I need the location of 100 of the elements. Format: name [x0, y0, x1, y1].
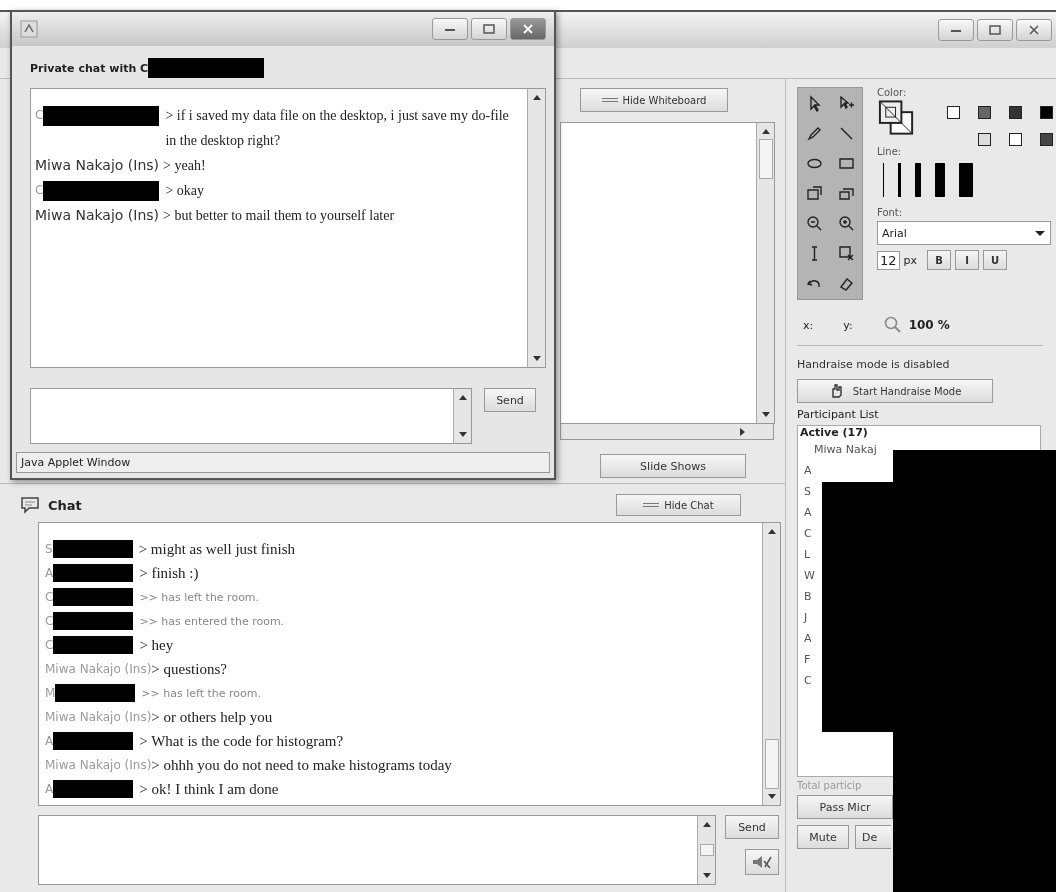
sender-name: C [35, 182, 44, 199]
chat-title: Chat [48, 497, 82, 513]
color-swatch[interactable] [947, 106, 960, 119]
scroll-thumb[interactable] [764, 739, 779, 789]
sender-name: C [35, 107, 44, 124]
participant-name[interactable]: Miwa Nakaj [800, 439, 877, 460]
message-text: > okay [165, 182, 204, 200]
close-icon[interactable] [521, 24, 535, 34]
add-pointer-icon[interactable] [837, 94, 855, 112]
sender-name: C [45, 614, 54, 628]
maximize-button[interactable] [977, 19, 1013, 41]
sender-name: Miwa Nakajo (Ins) [45, 710, 152, 724]
message-text: > yeah! [163, 157, 206, 175]
zoom-level: 100 % [908, 318, 950, 332]
message-text: >> has left the room. [141, 686, 262, 700]
x-coordinate-label: x: [803, 318, 814, 332]
participant-total: Total particip [797, 780, 862, 791]
double-line-icon [601, 97, 618, 103]
participant-name[interactable]: A [800, 502, 812, 523]
sender-name: A [45, 566, 54, 580]
message-text: > ohhh you do not need to make histograms today [151, 756, 452, 774]
sender-name: S [45, 542, 53, 556]
maximize-icon[interactable] [482, 24, 496, 34]
minimize-button[interactable] [938, 19, 974, 41]
start-handraise-button[interactable]: Start Handraise Mode [797, 379, 993, 403]
message-text: >> has left the room. [139, 590, 260, 604]
sender-name: Miwa Nakajo (Ins) [45, 758, 152, 772]
scroll-thumb[interactable] [758, 139, 773, 179]
font-dropdown[interactable]: Arial [877, 221, 1051, 245]
horizontal-scrollbar[interactable] [560, 424, 774, 440]
sender-name: Miwa Nakajo (Ins) [35, 156, 160, 175]
zoom-icon[interactable] [882, 315, 903, 335]
scrollbar[interactable] [762, 523, 780, 805]
color-swatch[interactable] [1009, 106, 1022, 119]
sender-name: Miwa Nakajo (Ins) [35, 206, 160, 225]
close-icon[interactable] [1027, 25, 1041, 35]
text-style-button[interactable]: I [955, 250, 980, 270]
color-label: Color: [877, 87, 908, 98]
participant-list-label: Participant List [797, 408, 879, 421]
image-icon[interactable] [805, 184, 823, 202]
send-button[interactable]: Send [484, 388, 536, 412]
message-text: > What is the code for histogram? [139, 732, 344, 750]
participant-name[interactable]: C [800, 670, 812, 691]
participant-name[interactable]: A [800, 460, 812, 481]
font-size-field[interactable]: 12 [877, 250, 900, 270]
hide-chat-button[interactable]: Hide Chat [616, 494, 741, 516]
sender-name: A [45, 734, 54, 748]
status-bar: Java Applet Window [16, 452, 550, 473]
mute-button[interactable]: Mute [797, 825, 849, 849]
maximize-button[interactable] [471, 18, 507, 40]
message-text: > might as well just finish [138, 540, 295, 558]
text-style-button[interactable]: B [927, 250, 952, 270]
delete-selection-icon[interactable] [837, 244, 855, 262]
send-button[interactable]: Send [725, 815, 779, 839]
message-text: > ok! I think I am done [139, 780, 279, 798]
line-label: Line: [877, 146, 903, 157]
color-swatch[interactable] [978, 106, 991, 119]
participant-action-button[interactable]: De [855, 825, 891, 849]
message-text: > finish :) [139, 564, 199, 582]
participant-name[interactable]: W [800, 565, 815, 586]
handraise-status: Handraise mode is disabled [797, 358, 950, 371]
participant-name[interactable]: C [800, 523, 812, 544]
group-header[interactable]: Active (17) [800, 426, 868, 439]
applet-icon [20, 20, 38, 38]
pass-mic-button[interactable]: Pass Micr [797, 795, 893, 819]
text-style-button[interactable]: U [983, 250, 1008, 270]
message-text: > questions? [151, 660, 227, 678]
message-text: > but better to mail them to yourself later [163, 207, 395, 225]
zoom-out-icon[interactable] [805, 214, 823, 232]
maximize-icon[interactable] [988, 25, 1002, 35]
speaker-button[interactable] [745, 849, 779, 875]
speaker-icon[interactable] [751, 853, 773, 871]
minimize-button[interactable] [432, 18, 468, 40]
participant-name[interactable]: S [800, 481, 811, 502]
double-line-icon [643, 502, 660, 508]
y-coordinate-label: y: [843, 318, 853, 332]
scrollbar[interactable] [527, 89, 545, 367]
sender-name: A [45, 782, 54, 796]
sender-name: M [45, 686, 56, 700]
close-button[interactable] [1016, 19, 1052, 41]
zoom-in-icon[interactable] [837, 214, 855, 232]
sender-name: C [45, 638, 54, 652]
message-text: > or others help you [151, 708, 273, 726]
participant-name[interactable]: B [800, 586, 812, 607]
unit-label: px [903, 253, 918, 267]
participant-name[interactable]: A [800, 628, 812, 649]
message-text: > if i saved my data file on the desktop, i just save my do-file in the desktop right? [165, 107, 510, 150]
message-text: >> has entered the room. [139, 614, 285, 628]
scrollbar[interactable] [756, 123, 774, 423]
close-button[interactable] [510, 18, 546, 40]
color-swatch[interactable] [1040, 106, 1053, 119]
participant-name[interactable]: L [800, 544, 811, 565]
participant-name[interactable]: J [800, 607, 808, 628]
sender-name: Miwa Nakajo (Ins) [45, 662, 152, 676]
participant-name[interactable]: F [800, 649, 811, 670]
color-swatch[interactable] [1009, 133, 1022, 146]
hide-whiteboard-button[interactable]: Hide Whiteboard [580, 88, 728, 112]
slide-shows-button[interactable]: Slide Shows [600, 454, 746, 478]
color-swatch[interactable] [1040, 133, 1053, 146]
color-swatch[interactable] [978, 133, 991, 146]
